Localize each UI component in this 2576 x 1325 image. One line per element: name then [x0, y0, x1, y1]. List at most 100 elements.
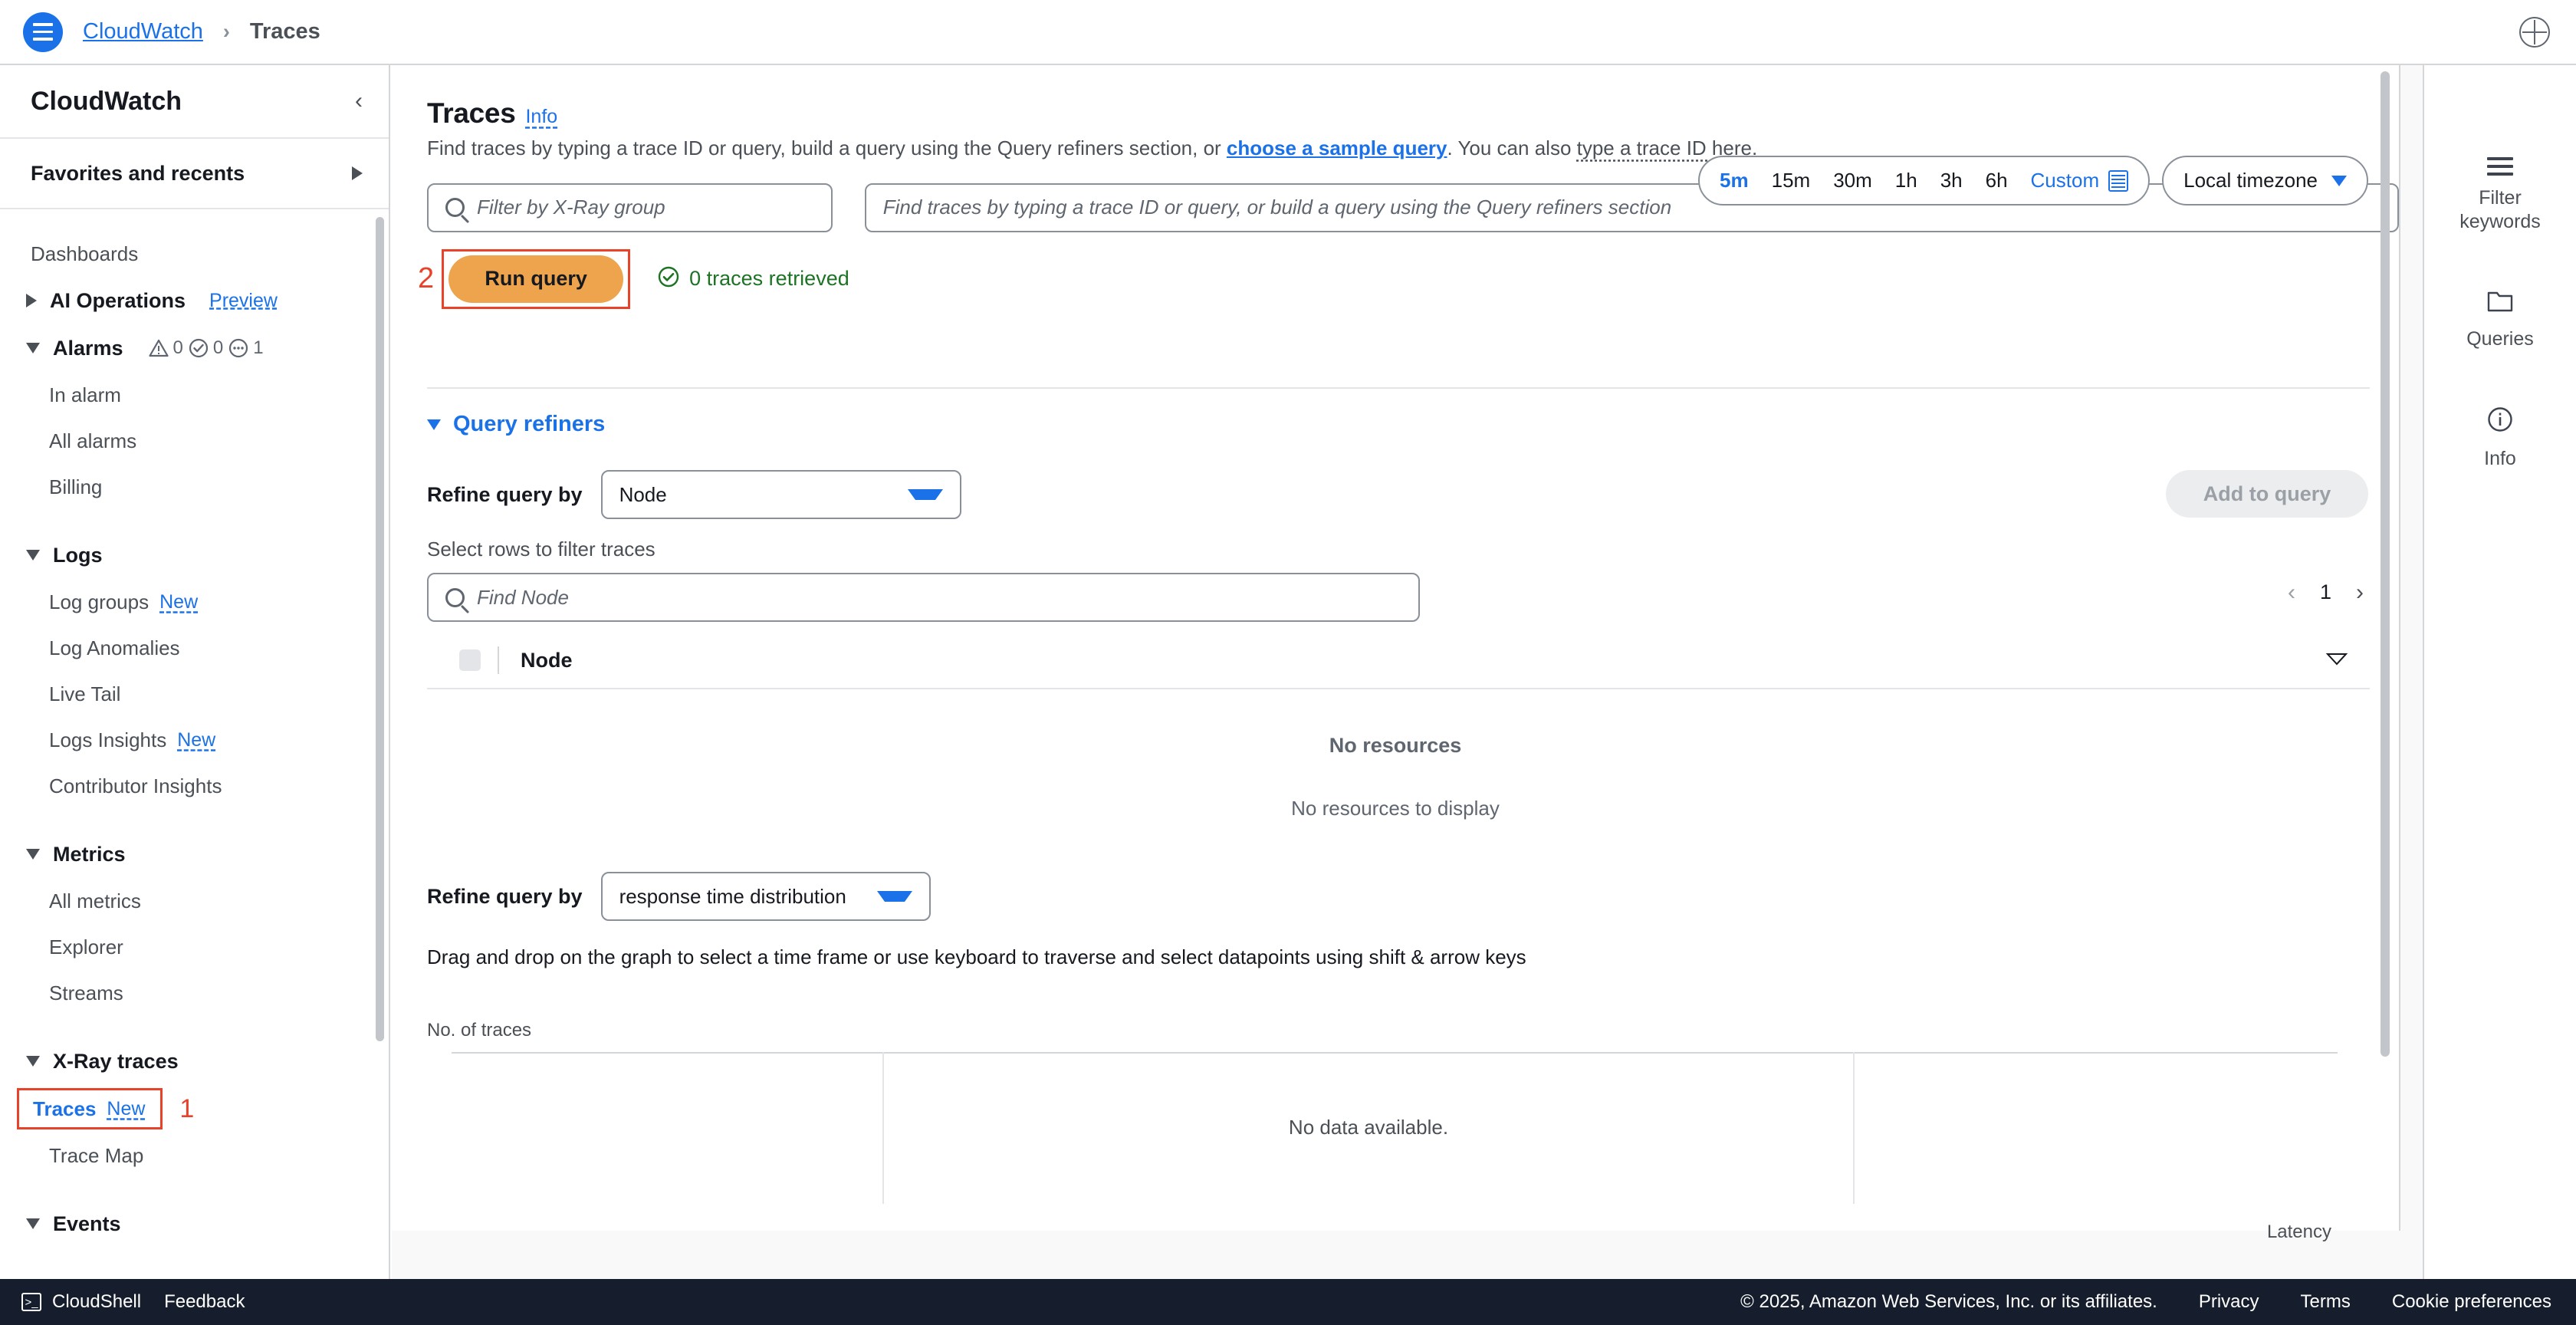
- page-title-info-link[interactable]: Info: [525, 106, 557, 128]
- main-scrollbar-thumb[interactable]: [2380, 71, 2390, 1057]
- sidebar-collapse-icon[interactable]: ‹: [355, 90, 363, 113]
- insufficient-data-icon: [228, 338, 248, 358]
- chevron-right-icon[interactable]: ›: [2356, 580, 2364, 604]
- sidebar-item-logs-insights[interactable]: Logs Insights New: [0, 717, 389, 763]
- sidebar-item-label: Trace Map: [49, 1143, 144, 1167]
- sidebar-group-xray-traces[interactable]: X-Ray traces: [0, 1037, 389, 1085]
- rail-item-info[interactable]: Info: [2424, 406, 2576, 471]
- pagination-page-number[interactable]: 1: [2320, 580, 2331, 604]
- topbar-actions: [2519, 16, 2576, 48]
- sidebar-item-all-alarms[interactable]: All alarms: [0, 418, 389, 464]
- cloudshell-button[interactable]: >_ CloudShell: [21, 1291, 141, 1313]
- sidebar-item-label: Logs Insights: [49, 728, 167, 751]
- table-column-header-node[interactable]: Node: [521, 649, 573, 672]
- run-query-annotation-box: Run query: [442, 248, 631, 309]
- chevron-down-icon: [907, 489, 943, 500]
- sidebar-item-live-tail[interactable]: Live Tail: [0, 671, 389, 717]
- globe-icon[interactable]: [2519, 16, 2550, 48]
- sidebar-group-ai-operations[interactable]: AI Operations Preview: [0, 277, 389, 324]
- check-circle-icon: [189, 338, 209, 358]
- sidebar-item-log-anomalies[interactable]: Log Anomalies: [0, 625, 389, 671]
- sidebar-item-billing[interactable]: Billing: [0, 464, 389, 510]
- select-rows-label: Select rows to filter traces: [427, 538, 656, 561]
- sidebar-scrollbar-track[interactable]: [376, 209, 386, 1279]
- right-side-rail: Filter keywords Queries Info: [2423, 65, 2576, 1279]
- chevron-down-icon: [26, 1056, 40, 1067]
- feedback-link[interactable]: Feedback: [164, 1291, 245, 1313]
- time-range-option-3h[interactable]: 3h: [1940, 169, 1963, 192]
- sidebar-item-traces-wrapper: Traces New 1: [0, 1085, 389, 1133]
- query-refiners-toggle[interactable]: Query refiners: [427, 412, 605, 437]
- settings-icon[interactable]: [2325, 652, 2348, 669]
- sidebar-item-label: Streams: [49, 981, 123, 1004]
- sidebar-item-label: Billing: [49, 475, 103, 498]
- sidebar-item-streams[interactable]: Streams: [0, 970, 389, 1016]
- retrieved-status-label: 0 traces retrieved: [689, 267, 849, 291]
- sidebar-group-metrics[interactable]: Metrics: [0, 830, 389, 878]
- response-time-select[interactable]: response time distribution: [600, 872, 931, 921]
- main-scrollbar-track[interactable]: [2380, 65, 2394, 1231]
- sidebar-group-alarms[interactable]: Alarms 0 0 1: [0, 324, 389, 372]
- find-node-input[interactable]: Find Node: [427, 573, 1420, 622]
- cookie-preferences-link[interactable]: Cookie preferences: [2392, 1291, 2551, 1313]
- description-part-1: Find traces by typing a trace ID or quer…: [427, 136, 1227, 159]
- terms-link[interactable]: Terms: [2301, 1291, 2351, 1313]
- chevron-down-icon: [427, 419, 441, 430]
- hamburger-icon[interactable]: [23, 12, 63, 52]
- chevron-down-icon: [876, 891, 912, 902]
- cloudshell-label: CloudShell: [52, 1291, 142, 1312]
- sidebar-item-trace-map[interactable]: Trace Map: [0, 1133, 389, 1179]
- sidebar-item-all-metrics[interactable]: All metrics: [0, 878, 389, 924]
- rail-item-queries[interactable]: Queries: [2424, 290, 2576, 351]
- sidebar-item-log-groups[interactable]: Log groups New: [0, 579, 389, 625]
- time-range-option-15m[interactable]: 15m: [1772, 169, 1811, 192]
- calendar-icon[interactable]: [2108, 169, 2129, 192]
- time-range-option-1h[interactable]: 1h: [1895, 169, 1917, 192]
- table-header-row: Node: [427, 633, 2370, 689]
- xray-group-filter-input[interactable]: Filter by X-Ray group: [427, 182, 833, 232]
- sidebar-item-explorer[interactable]: Explorer: [0, 924, 389, 970]
- time-range-option-5m[interactable]: 5m: [1720, 169, 1749, 192]
- chevron-down-icon: [26, 550, 40, 561]
- table-pagination: ‹ 1 ›: [2288, 580, 2364, 604]
- breadcrumb-link-cloudwatch[interactable]: CloudWatch: [83, 19, 203, 44]
- sidebar-item-label: Traces: [33, 1096, 97, 1120]
- alarm-badge-count: 0: [172, 337, 183, 358]
- privacy-link[interactable]: Privacy: [2199, 1291, 2259, 1313]
- sidebar-item-label: Explorer: [49, 935, 123, 958]
- sidebar-scrollbar-thumb[interactable]: [376, 217, 384, 1041]
- chevron-right-icon: [352, 166, 363, 180]
- time-range-custom-button[interactable]: Custom: [2031, 169, 2100, 192]
- alarm-badge-count: 1: [253, 337, 264, 358]
- refine-query-by-label: Refine query by: [427, 482, 583, 506]
- table-empty-title: No resources: [1329, 734, 1462, 757]
- annotation-marker-2: 2: [418, 262, 435, 295]
- sidebar-item-dashboards[interactable]: Dashboards: [0, 231, 389, 277]
- section-divider: [427, 387, 2370, 389]
- choose-sample-query-link[interactable]: choose a sample query: [1227, 136, 1447, 159]
- sidebar-item-in-alarm[interactable]: In alarm: [0, 372, 389, 418]
- sidebar-item-contributor-insights[interactable]: Contributor Insights: [0, 763, 389, 809]
- chart-x-axis-label: Latency: [2266, 1221, 2331, 1242]
- refine-by-select[interactable]: Node: [600, 470, 961, 519]
- sidebar-group-logs[interactable]: Logs: [0, 531, 389, 579]
- sidebar-group-events[interactable]: Events: [0, 1200, 389, 1248]
- select-all-checkbox[interactable]: [459, 649, 481, 671]
- sidebar-item-label: Log Anomalies: [49, 636, 180, 659]
- sidebar-scroll-region: Dashboards AI Operations Preview Alarms …: [0, 209, 389, 1279]
- sidebar-item-favorites-and-recents[interactable]: Favorites and recents: [0, 139, 389, 209]
- run-query-button[interactable]: Run query: [449, 255, 624, 303]
- table-empty-subtitle: No resources to display: [1291, 797, 1500, 820]
- sidebar-group-label: Metrics: [53, 842, 126, 866]
- add-to-query-button[interactable]: Add to query: [2166, 470, 2368, 518]
- timezone-select[interactable]: Local timezone: [2162, 156, 2368, 205]
- sidebar-group-label: Logs: [53, 543, 103, 567]
- query-input-placeholder: Find traces by typing a trace ID or quer…: [882, 196, 1672, 219]
- footer-right-group: © 2025, Amazon Web Services, Inc. or its…: [1740, 1291, 2576, 1313]
- time-range-option-30m[interactable]: 30m: [1833, 169, 1872, 192]
- rail-item-filter-keywords[interactable]: Filter keywords: [2424, 157, 2576, 235]
- time-range-option-6h[interactable]: 6h: [1986, 169, 2008, 192]
- sidebar-item-traces[interactable]: Traces New: [17, 1088, 163, 1129]
- chevron-left-icon[interactable]: ‹: [2288, 580, 2295, 604]
